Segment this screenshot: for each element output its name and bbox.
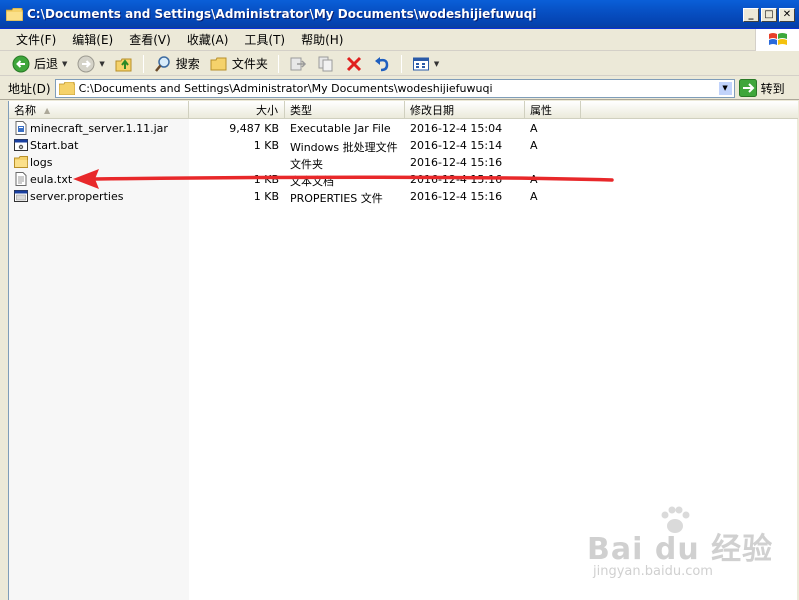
go-button[interactable]: 转到: [738, 79, 785, 97]
menu-bar: 文件(F) 编辑(E) 查看(V) 收藏(A) 工具(T) 帮助(H): [0, 29, 799, 51]
watermark-url: jingyan.baidu.com: [593, 564, 713, 579]
delete-button[interactable]: [341, 53, 367, 75]
folders-label: 文件夹: [231, 57, 268, 71]
menu-tools[interactable]: 工具(T): [236, 29, 293, 50]
title-bar: C:\Documents and Settings\Administrator\…: [0, 0, 799, 29]
baidu-watermark: Bai du 经验 jingyan.baidu.com: [587, 506, 777, 586]
annotation-arrow: [73, 169, 614, 189]
menu-view[interactable]: 查看(V): [121, 29, 179, 50]
folder-icon: [58, 81, 75, 95]
menu-edit[interactable]: 编辑(E): [64, 29, 121, 50]
windows-logo-icon: [755, 29, 799, 51]
close-button[interactable]: ✕: [779, 8, 795, 22]
address-input[interactable]: C:\Documents and Settings\Administrator\…: [54, 78, 735, 98]
views-icon: [412, 57, 429, 70]
views-dropdown-icon[interactable]: ▼: [434, 60, 439, 68]
back-arrow-icon: [12, 55, 30, 72]
undo-button[interactable]: [369, 53, 395, 75]
undo-icon: [374, 56, 389, 71]
menu-file[interactable]: 文件(F): [8, 29, 64, 50]
back-dropdown-icon[interactable]: ▼: [62, 60, 67, 68]
minimize-button[interactable]: _: [743, 8, 759, 22]
toolbar-separator: [400, 54, 402, 73]
toolbar-separator: [142, 54, 144, 73]
menu-favorites[interactable]: 收藏(A): [179, 29, 237, 50]
copy-to-icon: [318, 56, 333, 71]
address-value: C:\Documents and Settings\Administrator\…: [78, 81, 493, 95]
move-to-button[interactable]: [285, 53, 311, 75]
window-controls: _ □ ✕: [743, 8, 795, 22]
back-button[interactable]: 后退 ▼: [8, 53, 71, 75]
go-label: 转到: [760, 81, 785, 96]
watermark-text: Bai du 经验: [587, 532, 774, 567]
views-button[interactable]: ▼: [408, 53, 443, 75]
file-list[interactable]: 名称 ▲ 大小 类型 修改日期 属性 minecraft_server.1.11…: [8, 101, 798, 600]
toolbar: 后退 ▼ ▼ 搜索 文件夹 ▼: [0, 52, 799, 76]
search-label: 搜索: [175, 57, 200, 71]
menu-help[interactable]: 帮助(H): [293, 29, 351, 50]
search-icon: [154, 55, 170, 72]
address-dropdown-icon[interactable]: ▼: [717, 80, 733, 96]
address-label: 地址(D): [8, 81, 51, 96]
move-to-icon: [290, 57, 306, 70]
copy-to-button[interactable]: [313, 53, 339, 75]
forward-button[interactable]: ▼: [73, 53, 108, 75]
forward-dropdown-icon[interactable]: ▼: [99, 60, 104, 68]
toolbar-separator: [277, 54, 279, 73]
maximize-button[interactable]: □: [761, 8, 777, 22]
window-title: C:\Documents and Settings\Administrator\…: [27, 7, 537, 21]
folders-button[interactable]: 文件夹: [206, 53, 272, 75]
search-button[interactable]: 搜索: [150, 53, 204, 75]
address-bar: 地址(D) C:\Documents and Settings\Administ…: [0, 77, 799, 100]
go-arrow-icon: [738, 79, 757, 97]
up-folder-button[interactable]: [111, 53, 137, 75]
delete-icon: [346, 56, 361, 71]
forward-arrow-icon: [77, 55, 95, 72]
folders-icon: [210, 57, 227, 70]
back-label: 后退: [34, 57, 59, 71]
up-folder-icon: [115, 58, 132, 71]
folder-icon: [6, 7, 23, 21]
